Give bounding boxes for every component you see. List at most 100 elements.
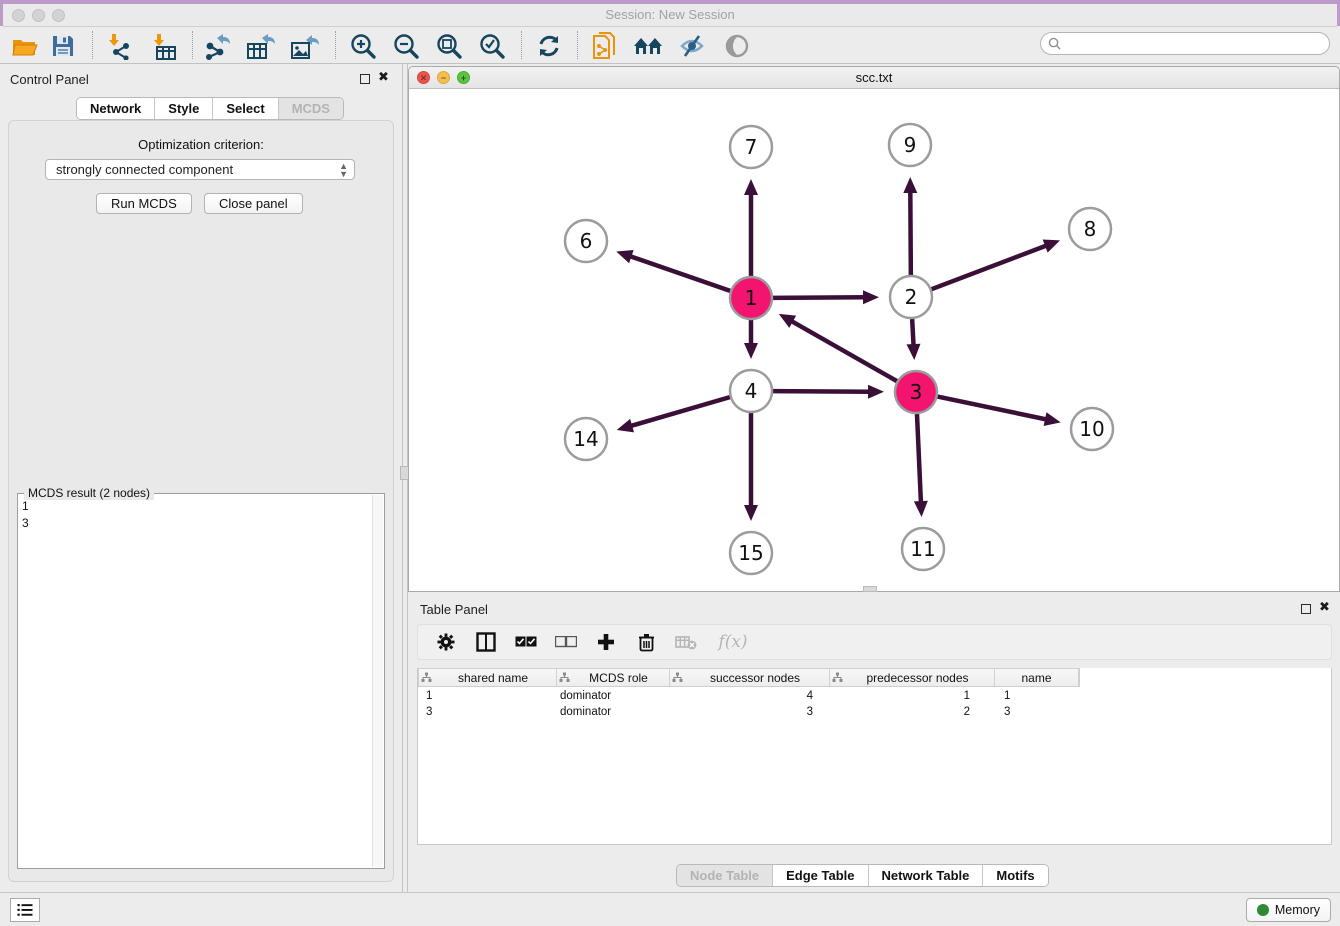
deselect-all-rows-button[interactable]	[553, 629, 579, 655]
export-network-button[interactable]	[201, 30, 235, 62]
column-header-name[interactable]: name	[995, 669, 1079, 686]
hierarchy-icon	[559, 672, 570, 683]
checked-boxes-icon	[515, 636, 537, 648]
criterion-value: strongly connected component	[56, 162, 233, 177]
mcds-result-title: MCDS result (2 nodes)	[24, 486, 154, 500]
graph-node-label: 6	[580, 229, 593, 253]
fx-icon: f(x)	[718, 632, 747, 652]
zoom-out-icon	[392, 32, 420, 60]
status-bar: Memory	[0, 892, 1340, 926]
tab-edge-table[interactable]: Edge Table	[773, 865, 868, 886]
column-header-shared-name[interactable]: shared name	[419, 669, 557, 686]
open-folder-icon	[11, 34, 39, 58]
table-close-icon[interactable]: ✖	[1319, 599, 1330, 615]
hide-graphics-details-button[interactable]	[675, 30, 709, 62]
cell-shared-name: 3	[418, 706, 556, 722]
search-icon	[1048, 37, 1061, 50]
open-session-button[interactable]	[8, 30, 42, 62]
edge-arrowhead	[744, 179, 758, 195]
tab-style[interactable]: Style	[155, 98, 213, 119]
close-panel-button[interactable]: Close panel	[204, 193, 303, 214]
zoom-out-button[interactable]	[389, 30, 423, 62]
select-all-rows-button[interactable]	[513, 629, 539, 655]
import-network-button[interactable]	[101, 30, 135, 62]
table-settings-button[interactable]	[433, 629, 459, 655]
add-column-button[interactable]	[593, 629, 619, 655]
toolbar-divider	[92, 31, 93, 59]
edge-arrowhead	[617, 419, 634, 432]
graph-node-label: 3	[910, 380, 923, 404]
cell-name: 1	[994, 690, 1078, 706]
edge-1-6[interactable]	[629, 256, 731, 291]
column-header-successor-nodes[interactable]: successor nodes	[670, 669, 830, 686]
toolbar-divider	[577, 31, 578, 59]
tab-select[interactable]: Select	[213, 98, 278, 119]
network-window-titlebar[interactable]: ✕ − + scc.txt	[409, 67, 1339, 89]
zoom-selected-button[interactable]	[475, 30, 509, 62]
column-header-predecessor-nodes[interactable]: predecessor nodes	[830, 669, 995, 686]
table-panel-title: Table Panel	[420, 602, 488, 617]
main-toolbar	[0, 27, 1340, 64]
tab-network-table[interactable]: Network Table	[869, 865, 984, 886]
toolbar-search[interactable]	[1040, 32, 1330, 55]
refresh-network-button[interactable]	[532, 30, 566, 62]
app-title: Session: New Session	[3, 7, 1337, 22]
show-columns-button[interactable]	[473, 629, 499, 655]
task-history-button[interactable]	[10, 898, 40, 922]
criterion-select[interactable]: strongly connected component ▲▼	[45, 159, 355, 180]
table-row[interactable]: 1 dominator 4 1 1	[418, 690, 1078, 706]
zoom-in-button[interactable]	[346, 30, 380, 62]
export-network-icon	[203, 32, 233, 60]
home-view-button[interactable]	[631, 30, 665, 62]
export-table-button[interactable]	[244, 30, 278, 62]
export-image-icon	[290, 32, 320, 60]
run-mcds-button[interactable]: Run MCDS	[96, 193, 192, 214]
memory-button[interactable]: Memory	[1246, 898, 1331, 922]
edge-2-8[interactable]	[932, 245, 1048, 289]
tab-node-table[interactable]: Node Table	[677, 865, 773, 886]
result-scrollbar[interactable]	[372, 495, 383, 867]
edge-1-2[interactable]	[773, 297, 866, 298]
home-icon	[632, 34, 664, 58]
delete-row-button[interactable]	[633, 629, 659, 655]
float-panel-icon[interactable]	[360, 74, 370, 84]
horizontal-splitter-handle[interactable]	[863, 586, 877, 592]
import-table-button[interactable]	[146, 30, 180, 62]
function-builder-button[interactable]: f(x)	[713, 629, 753, 655]
edge-3-10[interactable]	[938, 397, 1048, 420]
edge-3-1[interactable]	[790, 320, 897, 381]
edge-4-14[interactable]	[629, 397, 730, 426]
show-graphics-details-button[interactable]	[720, 30, 754, 62]
export-image-button[interactable]	[288, 30, 322, 62]
close-panel-icon[interactable]: ✖	[378, 69, 389, 85]
table-float-icon[interactable]	[1301, 604, 1311, 614]
edge-2-9[interactable]	[910, 190, 911, 275]
column-header-mcds-role[interactable]: MCDS role	[557, 669, 670, 686]
edge-arrowhead	[868, 385, 884, 399]
cell-predecessor-nodes: 1	[829, 690, 994, 706]
mcds-panel: Optimization criterion: strongly connect…	[8, 120, 394, 882]
graph-node-label: 11	[910, 537, 935, 561]
search-input[interactable]	[1065, 36, 1329, 52]
table-row[interactable]: 3 dominator 3 2 3	[418, 706, 1078, 722]
network-canvas[interactable]: 7968124314101511	[409, 89, 1339, 591]
edge-4-3[interactable]	[773, 391, 871, 392]
edge-3-11[interactable]	[917, 414, 921, 504]
eye-slash-icon	[678, 33, 706, 59]
cell-successor-nodes: 4	[669, 690, 829, 706]
tab-motifs[interactable]: Motifs	[983, 865, 1047, 886]
zoom-fit-button[interactable]	[432, 30, 466, 62]
table-panel: Table Panel ✖	[408, 596, 1340, 892]
hierarchy-icon	[421, 672, 432, 683]
table-toolbar: f(x)	[417, 624, 1332, 660]
save-session-button[interactable]	[46, 30, 80, 62]
edge-2-3[interactable]	[912, 319, 913, 347]
delete-column-button[interactable]	[673, 629, 699, 655]
graph-node-label: 1	[745, 286, 758, 310]
tab-network[interactable]: Network	[77, 98, 155, 119]
zoom-in-icon	[349, 32, 377, 60]
columns-icon	[476, 632, 496, 652]
duplicate-network-button[interactable]	[588, 30, 622, 62]
zoom-selected-icon	[478, 32, 506, 60]
tab-mcds[interactable]: MCDS	[279, 98, 343, 119]
